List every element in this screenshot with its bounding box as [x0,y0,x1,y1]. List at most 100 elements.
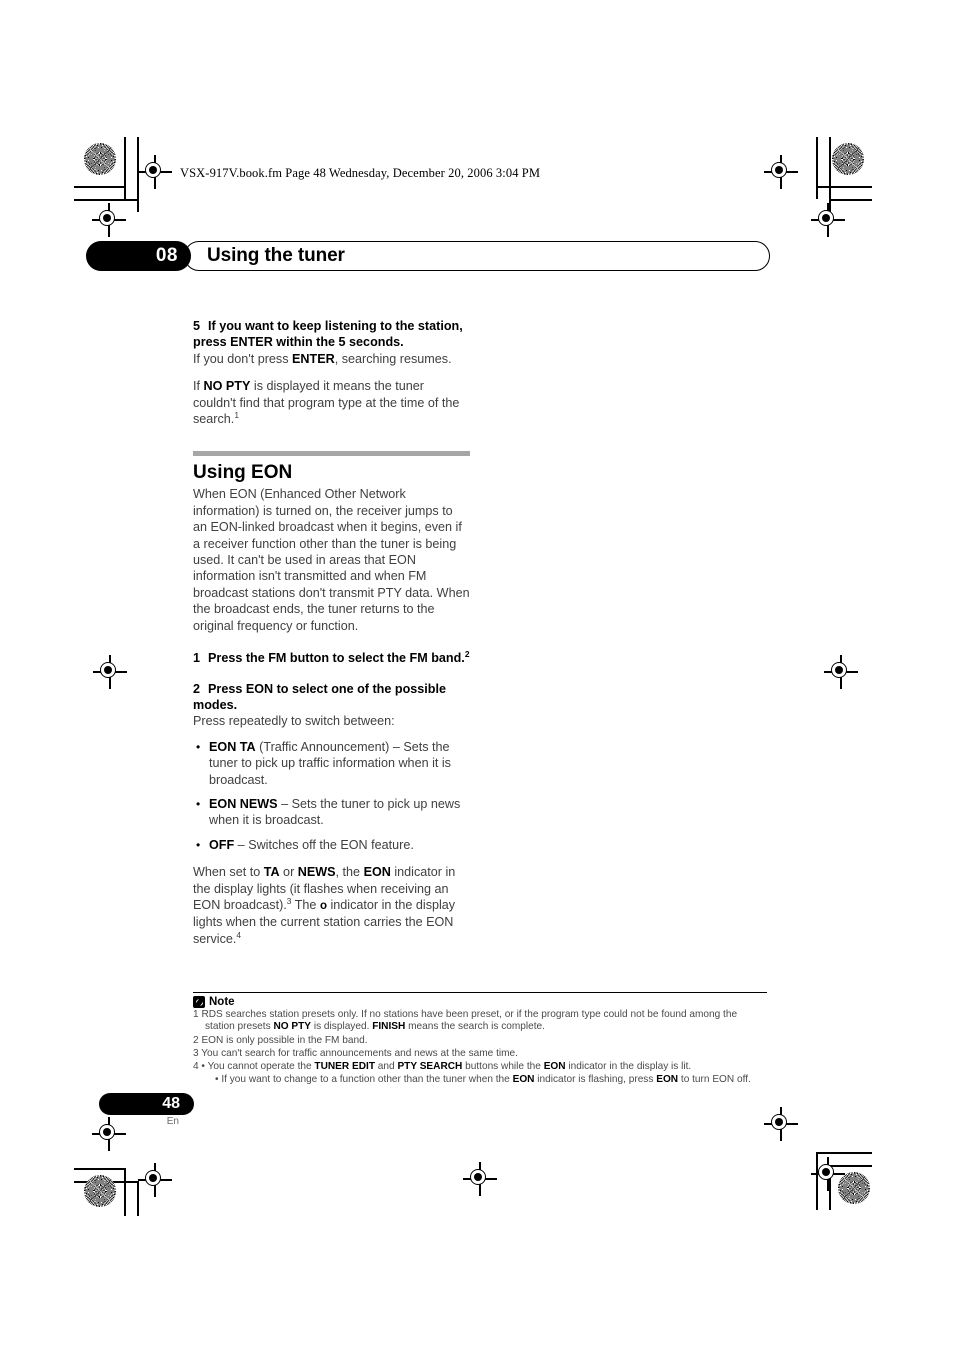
section-intro-paragraph: When EON (Enhanced Other Network informa… [193,487,470,633]
density-patch-top-left [84,143,116,175]
eon-service-indicator-icon: o [319,899,327,912]
ind-p1: When set to [193,865,264,880]
registration-mark-top-right-a [764,155,798,189]
crop-line-top-left-h2 [74,199,139,201]
step-5-paragraph-1: If you don't press ENTER, searching resu… [193,351,470,367]
registration-mark-mid-left [93,655,127,689]
registration-mark-top-left-a [138,155,172,189]
footnote-1-number: 1 [193,1008,199,1020]
list-item: OFF – Switches off the EON feature. [193,837,470,854]
footnotes-title-row: Note [193,996,767,1009]
footnote-4-d: indicator in the display is lit. [565,1060,692,1072]
page-language-code: En [166,1116,179,1127]
ind-b1: TA [263,865,280,880]
footnote-4-bullet-2: • If you want to change to a function ot… [215,1073,751,1085]
registration-mark-bottom-left-b [138,1163,172,1197]
footnote-ref-1: 1 [234,409,239,420]
step-5-paragraph-2: If NO PTY is displayed it means the tune… [193,378,470,427]
ind-b2: NEWS [297,865,336,880]
crop-line-top-right-v2 [829,137,831,212]
registration-mark-top-left-b [92,203,126,237]
page-number-badge: 48 [99,1093,194,1115]
footnote-4: 4 • You cannot operate the TUNER EDIT an… [193,1060,692,1072]
footnote-3-number: 3 [193,1047,199,1059]
ind-p3: , the [335,865,364,880]
footnote-5-bold-2: EON [656,1073,679,1085]
note-icon [193,996,205,1009]
step-5-p1-pre: If you don't press [193,351,293,366]
eon-indicator-paragraph: When set to TA or NEWS, the EON indicato… [193,864,470,947]
step-2-heading: 2 Press EON to select one of the possible… [193,681,470,714]
footnote-ref-2: 2 [464,648,470,659]
footnote-5-bold-1: EON [512,1073,535,1085]
crop-line-top-left-v1 [124,137,126,199]
source-filename-header: VSX-917V.book.fm Page 48 Wednesday, Dece… [180,166,541,180]
step-2-paragraph: Press repeatedly to switch between: [193,714,395,729]
footnote-2-number: 2 [193,1034,199,1046]
chapter-number-badge: 08 [86,241,191,271]
step-5-heading-text: If you want to keep listening to the sta… [193,319,463,350]
step-5-p1-bold: ENTER [292,351,335,366]
footnote-3: 3 You can't search for traffic announcem… [193,1048,767,1061]
step-5-heading: 5 If you want to keep listening to the st… [193,318,470,351]
section-heading-using-eon: Using EON [193,462,293,484]
footnote-4-bold-2: PTY SEARCH [397,1060,463,1072]
footnote-4-b: and [374,1060,398,1072]
step-1-heading: 1 Press the FM button to select the FM ba… [193,650,470,666]
step-2-heading-text: Press EON to select one of the possible … [193,681,446,712]
eon-mode-list: EON TA (Traffic Announcement) – Sets the… [193,739,470,854]
registration-mark-mid-right [824,655,858,689]
step-1-number: 1 [193,651,201,666]
crop-line-bottom-left-v1 [124,1168,126,1216]
section-divider-rule [193,451,470,457]
bullet-1-label: EON NEWS [209,796,278,811]
footnote-2-text: EON is only possible in the FM band. [201,1034,368,1046]
registration-mark-bottom-right-b [811,1157,845,1191]
bullet-0-label: EON TA [209,739,256,754]
crop-line-bottom-left-h1 [74,1168,126,1170]
step-2-number: 2 [193,681,201,696]
footnote-1-bold-1: NO PTY [273,1021,312,1033]
bullet-2-text: – Switches off the EON feature. [234,837,414,852]
footnote-4-c: buttons while the [462,1060,544,1072]
registration-mark-top-right-b [811,203,845,237]
registration-mark-bottom-center [463,1162,497,1196]
main-content-column: 5 If you want to keep listening to the st… [193,318,470,947]
footnote-ref-4: 4 [236,929,242,940]
crop-line-top-right-h1 [816,186,872,188]
footnotes-title: Note [209,996,235,1009]
registration-mark-bottom-right-a [764,1107,798,1141]
footnotes-divider-rule [193,992,767,994]
density-patch-top-right [832,143,864,175]
footnote-4-number: 4 [193,1060,199,1072]
crop-line-bottom-right-h1 [816,1152,872,1154]
footnote-1-b: is displayed. [311,1021,373,1033]
footnote-4-a: You cannot operate the [207,1060,315,1072]
list-item: EON TA (Traffic Announcement) – Sets the… [193,739,470,788]
ind-p2: or [279,865,298,880]
crop-line-top-right-h2 [829,199,872,201]
list-item: EON NEWS – Sets the tuner to pick up new… [193,796,470,829]
footnote-4-bold-3: EON [543,1060,566,1072]
footnote-4-bold-1: TUNER EDIT [314,1060,375,1072]
bullet-2-label: OFF [209,837,235,852]
footnote-5-b: indicator is flashing, press [534,1073,657,1085]
footnotes-block: Note 1 RDS searches station presets only… [193,992,767,1086]
footnote-3-text: You can't search for traffic announcemen… [201,1047,518,1059]
crop-line-top-right-v1 [816,137,818,199]
footnote-2: 2 EON is only possible in the FM band. [193,1035,767,1048]
step-5-p1-post: , searching resumes. [334,351,452,366]
footnote-1: 1 RDS searches station presets only. If … [193,1009,767,1034]
crop-line-top-left-h1 [74,186,126,188]
ind-p5: The [291,897,320,912]
chapter-header: 08 Using the tuner [86,241,770,271]
density-patch-bottom-left [84,1175,116,1207]
footnote-5-a: If you want to change to a function othe… [221,1073,513,1085]
step-5-p2-bold: NO PTY [203,379,251,394]
step-1-heading-text: Press the FM button to select the FM ban… [208,651,465,666]
step-5-number: 5 [193,319,201,333]
page-title: Using the tuner [207,245,345,266]
step-5-p2-pre: If [193,379,204,394]
footnote-5-c: to turn EON off. [678,1073,751,1085]
footnote-1-c: means the search is complete. [405,1021,545,1033]
